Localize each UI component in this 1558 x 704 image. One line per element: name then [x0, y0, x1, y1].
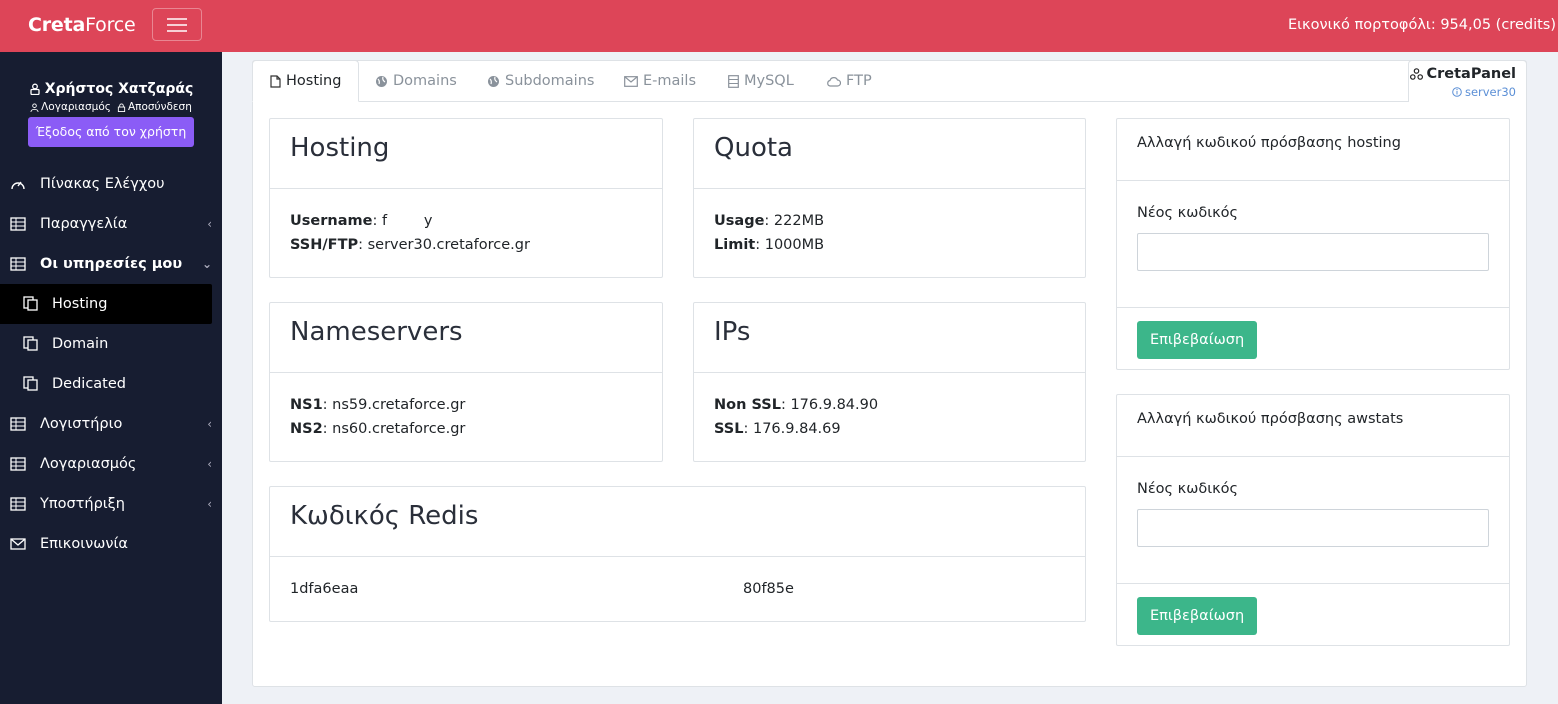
- sidebar-item-my-services[interactable]: Οι υπηρεσίες μου ⌄: [0, 244, 222, 284]
- chevron-down-icon: ⌄: [201, 257, 212, 271]
- wallet-balance: Εικονικό πορτοφόλι: 954,05 (credits): [1287, 17, 1556, 33]
- hamburger-icon: [167, 18, 187, 20]
- brand-logo[interactable]: CretaForce: [28, 13, 136, 37]
- user-icon: [30, 102, 39, 112]
- user-panel: Χρήστος Χατζαράς Λογαριασμός Αποσύνδεση …: [0, 80, 222, 147]
- logout-link[interactable]: Αποσύνδεση: [117, 100, 192, 114]
- tab-mysql[interactable]: MySQL: [728, 60, 794, 102]
- awstats-confirm-button[interactable]: Επιβεβαίωση: [1137, 597, 1258, 635]
- table-icon: [10, 417, 26, 431]
- sidebar-nav: Πίνακας Ελέγχου Παραγγελία ‹ Οι υπηρεσίε…: [0, 164, 222, 564]
- username-row: Username: f y: [290, 213, 433, 229]
- sidebar-item-support[interactable]: Υποστήριξη ‹: [0, 484, 222, 524]
- new-password-label: Νέος κωδικός: [1137, 481, 1239, 497]
- card-title: Nameservers: [270, 303, 662, 373]
- sidebar-item-order[interactable]: Παραγγελία ‹: [0, 204, 222, 244]
- ns2-row: NS2: ns60.cretaforce.gr: [290, 421, 466, 437]
- chevron-left-icon: ‹: [207, 457, 212, 471]
- globe-icon: [376, 75, 387, 87]
- cloud-icon: [827, 76, 841, 87]
- sidebar-item-accounting[interactable]: Λογιστήριο ‹: [0, 404, 222, 444]
- card-title: Αλλαγή κωδικού πρόσβασης awstats: [1117, 395, 1509, 457]
- card-title: Αλλαγή κωδικού πρόσβασης hosting: [1117, 119, 1509, 181]
- ssh-row: SSH/FTP: server30.cretaforce.gr: [290, 237, 530, 253]
- awstats-new-password-input[interactable]: [1137, 509, 1489, 547]
- server-name: server30: [1464, 85, 1516, 99]
- exit-user-button[interactable]: Έξοδος από τον χρήστη: [27, 117, 195, 147]
- sidebar-item-dashboard[interactable]: Πίνακας Ελέγχου: [0, 164, 222, 204]
- hosting-confirm-button[interactable]: Επιβεβαίωση: [1137, 321, 1258, 359]
- hosting-new-password-input[interactable]: [1137, 233, 1489, 271]
- card-title: Hosting: [270, 119, 662, 189]
- mail-icon: [10, 538, 26, 550]
- tab-domains[interactable]: Domains: [375, 60, 457, 102]
- sidebar-item-hosting[interactable]: Hosting: [0, 284, 212, 324]
- tab-hosting[interactable]: Hosting: [252, 60, 360, 102]
- card-title: Quota: [694, 119, 1085, 189]
- dashboard-icon: [11, 181, 25, 190]
- chevron-left-icon: ‹: [207, 417, 212, 431]
- hosting-card: Hosting Username: f y SSH/FTP: server30.…: [269, 118, 663, 278]
- table-icon: [10, 457, 26, 471]
- new-password-label: Νέος κωδικός: [1137, 205, 1239, 221]
- copy-icon: [23, 296, 38, 311]
- table-icon: [10, 257, 26, 271]
- limit-row: Limit: 1000MB: [714, 237, 825, 253]
- globe-icon: [488, 75, 499, 87]
- sidebar-item-domain[interactable]: Domain: [0, 324, 222, 364]
- card-title: IPs: [694, 303, 1085, 373]
- sidebar-toggle-button[interactable]: [152, 8, 202, 41]
- lock-icon: [117, 102, 126, 112]
- usage-row: Usage: 222MB: [714, 213, 825, 229]
- copy-icon: [23, 336, 38, 351]
- database-icon: [728, 74, 739, 88]
- sidebar-item-account[interactable]: Λογαριασμός ‹: [0, 444, 222, 484]
- tab-emails[interactable]: E-mails: [624, 60, 696, 102]
- file-icon: [270, 74, 281, 88]
- redis-card: Κωδικός Redis 1dfa6eaa 80f85e: [269, 486, 1086, 622]
- top-navbar: CretaForce Εικονικό πορτοφόλι: 954,05 (c…: [0, 0, 1558, 52]
- cretapanel-link[interactable]: CretaPanel server30: [1408, 60, 1527, 102]
- sidebar-item-dedicated[interactable]: Dedicated: [0, 364, 222, 404]
- sidebar-item-contact[interactable]: Επικοινωνία: [0, 524, 222, 564]
- chevron-left-icon: ‹: [207, 497, 212, 511]
- table-icon: [10, 217, 26, 231]
- ssl-row: SSL: 176.9.84.69: [714, 421, 841, 437]
- nameservers-card: Nameservers NS1: ns59.cretaforce.gr NS2:…: [269, 302, 663, 462]
- user-name: Χρήστος Χατζαράς: [0, 80, 222, 98]
- awstats-password-card: Αλλαγή κωδικού πρόσβασης awstats Νέος κω…: [1116, 394, 1510, 646]
- mail-icon: [624, 75, 638, 87]
- table-icon: [10, 497, 26, 511]
- cretapanel-title: CretaPanel: [1426, 66, 1517, 82]
- hosting-password-card: Αλλαγή κωδικού πρόσβασης hosting Νέος κω…: [1116, 118, 1510, 370]
- info-icon: [1452, 87, 1462, 97]
- redis-password: 1dfa6eaa 80f85e: [290, 581, 794, 597]
- ips-card: IPs Non SSL: 176.9.84.90 SSL: 176.9.84.6…: [693, 302, 1086, 462]
- tab-subdomains[interactable]: Subdomains: [487, 60, 594, 102]
- chevron-left-icon: ‹: [207, 217, 212, 231]
- ns1-row: NS1: ns59.cretaforce.gr: [290, 397, 466, 413]
- user-lock-icon: [30, 83, 40, 95]
- copy-icon: [23, 376, 38, 391]
- sidebar: Χρήστος Χατζαράς Λογαριασμός Αποσύνδεση …: [0, 52, 222, 704]
- card-title: Κωδικός Redis: [270, 487, 1085, 557]
- sitemap-icon: [1409, 68, 1423, 80]
- quota-card: Quota Usage: 222MB Limit: 1000MB: [693, 118, 1086, 278]
- nonssl-row: Non SSL: 176.9.84.90: [714, 397, 879, 413]
- account-link[interactable]: Λογαριασμός: [30, 100, 111, 114]
- tab-ftp[interactable]: FTP: [826, 60, 872, 102]
